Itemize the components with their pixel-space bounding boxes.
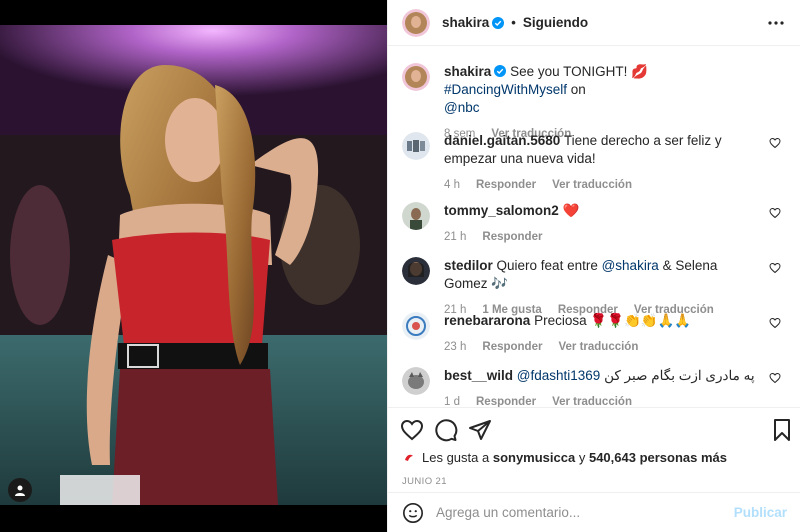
likes-prefix: Les gusta a: [422, 450, 490, 465]
comment-text: Quiero feat entre: [496, 258, 602, 273]
tagged-user-icon[interactable]: [8, 478, 32, 502]
author-avatar[interactable]: [402, 8, 430, 37]
comment-text: ❤️: [562, 203, 580, 218]
comment-item: best__wild @fdashti1369 په مادری ازت بگا…: [402, 367, 787, 407]
like-comment-heart-icon[interactable]: [769, 262, 781, 274]
photo-illustration: [0, 25, 387, 505]
caption-hashtag[interactable]: #DancingWithMyself: [444, 82, 567, 97]
likes-summary[interactable]: Les gusta a sonymusicca y 540,643 person…: [402, 450, 727, 465]
commenter-avatar[interactable]: [402, 312, 430, 340]
comment-age[interactable]: 21 h: [444, 228, 466, 246]
share-paper-plane-icon[interactable]: [468, 418, 492, 442]
likes-count[interactable]: 540,643 personas más: [589, 450, 727, 465]
save-bookmark-icon[interactable]: [770, 418, 794, 442]
post-photo[interactable]: [0, 25, 387, 505]
comment-username[interactable]: tommy_salomon2: [444, 203, 559, 218]
post-panel: shakira • Siguiendo shakira See you TONI…: [387, 0, 800, 532]
comment-username[interactable]: renebararona: [444, 313, 530, 328]
commenter-avatar[interactable]: [402, 367, 430, 395]
comment-age[interactable]: 23 h: [444, 338, 466, 356]
sony-music-logo-icon: [402, 450, 416, 465]
like-comment-heart-icon[interactable]: [769, 372, 781, 384]
comment-bubble-icon[interactable]: [434, 418, 458, 442]
publish-button[interactable]: Publicar: [734, 505, 787, 520]
verified-badge-icon: [494, 65, 507, 77]
comment-item: renebararona Preciosa 🌹🌹👏👏🙏🙏 23 h Respon…: [402, 312, 787, 356]
translate-button[interactable]: Ver traducción: [552, 176, 632, 194]
more-options-icon[interactable]: [766, 13, 786, 33]
like-comment-heart-icon[interactable]: [769, 207, 781, 219]
like-comment-heart-icon[interactable]: [769, 137, 781, 149]
author-username[interactable]: shakira: [442, 15, 489, 30]
comment-composer: Publicar: [388, 492, 800, 532]
emoji-smiley-icon[interactable]: [402, 502, 424, 524]
post-actions: [388, 407, 800, 451]
comment-age[interactable]: 4 h: [444, 176, 460, 194]
translate-button[interactable]: Ver traducción: [552, 393, 632, 407]
caption-mention[interactable]: @nbc: [444, 100, 479, 115]
commenter-avatar[interactable]: [402, 257, 430, 285]
comment-text: Preciosa 🌹🌹👏👏🙏🙏: [534, 313, 692, 328]
reply-button[interactable]: Responder: [482, 338, 542, 356]
like-heart-icon[interactable]: [400, 418, 424, 442]
comments-list[interactable]: shakira See you TONIGHT! 💋 #DancingWithM…: [388, 47, 800, 407]
commenter-avatar[interactable]: [402, 202, 430, 230]
liker-username[interactable]: sonymusicca: [493, 450, 575, 465]
comment-input[interactable]: [436, 505, 734, 520]
caption-avatar[interactable]: [402, 63, 430, 91]
like-comment-heart-icon[interactable]: [769, 317, 781, 329]
commenter-avatar[interactable]: [402, 132, 430, 160]
post-header: shakira • Siguiendo: [388, 0, 800, 46]
following-button[interactable]: Siguiendo: [523, 15, 588, 30]
reply-button[interactable]: Responder: [476, 393, 536, 407]
comment-text-after: په مادری ازت بگام صبر کن: [600, 368, 755, 383]
comment-username[interactable]: daniel.gaitan.5680: [444, 133, 560, 148]
post-date[interactable]: JUNIO 21: [402, 476, 447, 487]
separator-dot: •: [511, 15, 516, 30]
comment-item: daniel.gaitan.5680 Tiene derecho a ser f…: [402, 132, 787, 194]
comment-mention[interactable]: @shakira: [602, 258, 659, 273]
post-media[interactable]: [0, 0, 387, 532]
likes-middle: y: [578, 450, 586, 465]
comment-mention[interactable]: @fdashti1369: [517, 368, 601, 383]
comment-item: stedilor Quiero feat entre @shakira & Se…: [402, 257, 787, 319]
translate-button[interactable]: Ver traducción: [558, 338, 638, 356]
caption: shakira See you TONIGHT! 💋 #DancingWithM…: [402, 63, 787, 143]
verified-badge-icon: [492, 16, 505, 29]
reply-button[interactable]: Responder: [482, 228, 542, 246]
caption-text: See you TONIGHT! 💋: [510, 64, 648, 79]
reply-button[interactable]: Responder: [476, 176, 536, 194]
caption-text-mid: on: [567, 82, 586, 97]
comment-age[interactable]: 1 d: [444, 393, 460, 407]
caption-username[interactable]: shakira: [444, 64, 491, 79]
comment-item: tommy_salomon2 ❤️ 21 h Responder: [402, 202, 787, 246]
comment-username[interactable]: best__wild: [444, 368, 513, 383]
comment-username[interactable]: stedilor: [444, 258, 493, 273]
